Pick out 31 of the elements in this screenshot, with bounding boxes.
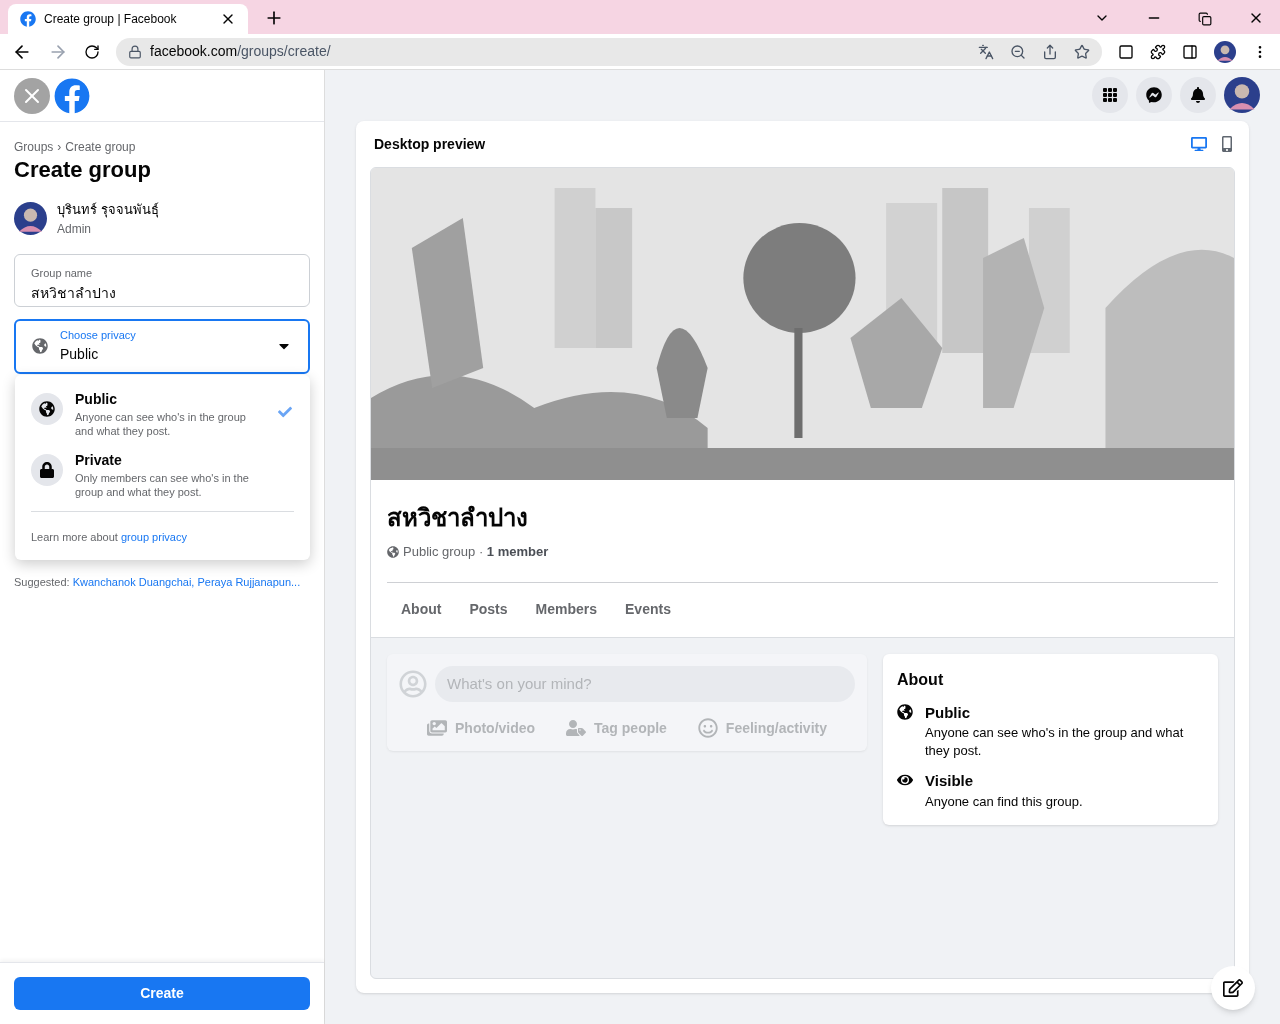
group-name-field[interactable]: Group name สหวิชาลำปาง [14,253,310,307]
option-title: Public [75,390,118,409]
group-name-input[interactable]: สหวิชาลำปาง [31,283,293,304]
option-title: Private [75,451,123,470]
user-role: Admin [57,220,92,238]
group-tab[interactable]: About [387,599,456,620]
suggested-text: Suggested: Kwanchanok Duangchai, Peraya Rujjanapun... [14,574,302,590]
group-privacy-link[interactable]: group privacy [120,531,187,543]
preview-title: Desktop preview [373,134,487,154]
about-item-description: Anyone can find this group. [925,792,1083,811]
page-title: Create group [14,156,152,184]
about-item-title: Public [925,702,971,723]
breadcrumb: Groups › Create group [14,139,137,156]
user-name: บุรินทร์ รุจจนพันธุ์ [57,201,160,220]
browser-tab[interactable]: Create group | Facebook [8,4,248,34]
about-item-title: Visible [925,771,975,791]
group-name: สหวิชาลำปาง [387,503,529,534]
group-tab[interactable]: Events [611,599,685,620]
option-description: Only members can see who's in the group and what they post. [75,471,250,499]
group-tab[interactable]: Posts [455,599,522,620]
about-title: About [897,669,945,690]
privacy-select[interactable]: Choose privacy Public [14,318,310,374]
option-description: Anyone can see who's in the group and what they post. [75,410,247,438]
group-meta: Public group · 1 member [403,543,549,561]
address-bar[interactable]: facebook.com/groups/create/ [116,37,1102,66]
create-button[interactable]: Create [14,977,310,1010]
group-tab[interactable]: Members [521,599,612,620]
url-text: facebook.com/groups/create/ [150,42,332,61]
tab-title: Create group | Facebook [44,11,178,28]
privacy-help-text: Learn more about group privacy [31,531,187,543]
about-item-description: Anyone can see who's in the group and what they post. [925,724,1185,760]
